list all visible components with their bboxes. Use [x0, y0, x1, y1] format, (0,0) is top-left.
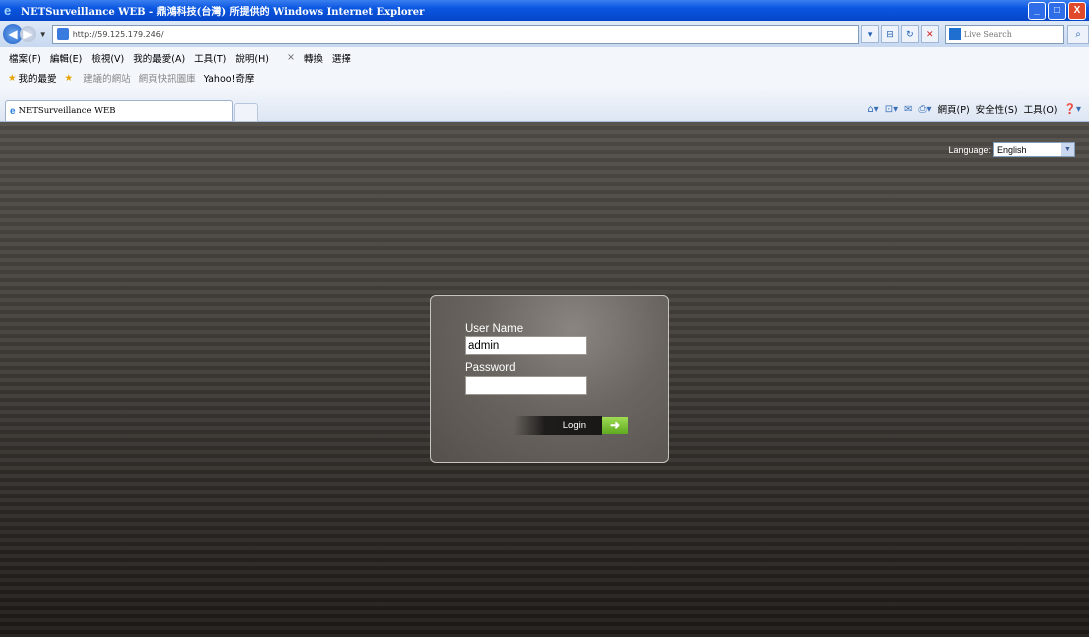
page-content: Language: English ▼ User Name Password L… — [0, 122, 1089, 637]
compat-view-icon[interactable]: ⊟ — [881, 25, 899, 43]
tools-menu[interactable]: 工具(O) — [1024, 102, 1058, 116]
add-favorite-button[interactable]: ★ — [65, 73, 76, 84]
page-icon — [56, 28, 69, 40]
chevron-down-icon[interactable]: ▼ — [1061, 143, 1074, 156]
web-slice-gallery-link[interactable]: 網頁快訊圖庫 — [139, 71, 196, 85]
star-icon: ★ — [8, 72, 17, 84]
forward-button[interactable]: ▶ — [19, 26, 36, 42]
help-icon[interactable]: ❓▾ — [1064, 104, 1081, 115]
menu-convert[interactable]: 轉換 — [304, 51, 323, 65]
maximize-button[interactable]: □ — [1048, 2, 1066, 20]
menu-help[interactable]: 說明(H) — [235, 51, 269, 65]
language-select[interactable]: English ▼ — [993, 142, 1075, 157]
username-input[interactable] — [465, 336, 587, 355]
address-bar: ◀ ▶ ▼ http://59.125.179.246/ ▾ ⊟ ↻ ✕ ⌕ — [0, 21, 1089, 47]
feeds-icon[interactable]: ⊡▾ — [885, 104, 898, 115]
password-input[interactable] — [465, 376, 587, 395]
menu-close-icon[interactable]: × — [287, 52, 295, 63]
language-value: English — [997, 144, 1027, 155]
menu-file[interactable]: 檔案(F) — [9, 51, 41, 65]
tab-netsurveillance[interactable]: e NETSurveillance WEB — [5, 100, 233, 121]
search-input[interactable] — [963, 29, 1059, 39]
language-label: Language: — [948, 144, 991, 155]
arrow-right-icon[interactable]: ➜ — [602, 417, 628, 434]
login-panel: User Name Password Login ➜ — [430, 295, 669, 463]
suggested-sites-link[interactable]: 建議的網站 — [83, 71, 131, 85]
page-menu[interactable]: 網頁(P) — [938, 102, 970, 116]
menu-view[interactable]: 檢視(V) — [91, 51, 124, 65]
print-icon[interactable]: ⎙▾ — [918, 104, 931, 115]
window-title-bar: e NETSurveillance WEB - 鼎鴻科技(台灣) 所提供的 Wi… — [0, 0, 1089, 21]
url-text[interactable]: http://59.125.179.246/ — [73, 30, 164, 39]
search-field[interactable] — [944, 24, 1065, 44]
tab-title: NETSurveillance WEB — [18, 106, 116, 116]
menu-tools[interactable]: 工具(T) — [194, 51, 226, 65]
mail-icon[interactable]: ✉ — [904, 104, 912, 115]
live-search-logo-icon — [948, 28, 961, 40]
home-icon[interactable]: ⌂▾ — [867, 104, 878, 115]
url-dropdown-button[interactable]: ▾ — [861, 25, 880, 43]
favorites-button[interactable]: ★ 我的最愛 — [8, 71, 57, 86]
command-bar: ⌂▾ ⊡▾ ✉ ⎙▾ 網頁(P) 安全性(S) 工具(O) ❓▾ — [867, 102, 1081, 117]
url-field[interactable]: http://59.125.179.246/ — [51, 24, 860, 44]
new-tab-button[interactable] — [234, 103, 258, 122]
close-button[interactable]: X — [1068, 2, 1086, 20]
menu-select[interactable]: 選擇 — [332, 51, 351, 65]
menu-favorites[interactable]: 我的最愛(A) — [133, 51, 185, 65]
tab-ie-icon: e — [10, 105, 16, 117]
refresh-button[interactable]: ↻ — [900, 25, 919, 43]
username-label: User Name — [465, 323, 524, 335]
menu-edit[interactable]: 編輯(E) — [50, 51, 82, 65]
add-favorite-icon: ★ — [64, 72, 74, 84]
safety-menu[interactable]: 安全性(S) — [976, 102, 1018, 116]
menu-bar: 檔案(F) 編輯(E) 檢視(V) 我的最愛(A) 工具(T) 說明(H) × … — [0, 47, 1089, 69]
window-controls: _ □ X — [1028, 2, 1086, 20]
language-selector: Language: English ▼ — [948, 142, 1075, 157]
window-title: NETSurveillance WEB - 鼎鴻科技(台灣) 所提供的 Wind… — [21, 7, 425, 18]
tab-bar: e NETSurveillance WEB ⌂▾ ⊡▾ ✉ ⎙▾ 網頁(P) 安… — [0, 88, 1089, 122]
minimize-button[interactable]: _ — [1028, 2, 1046, 20]
history-dropdown-icon[interactable]: ▼ — [39, 30, 47, 39]
yahoo-link[interactable]: Yahoo!奇摩 — [204, 71, 255, 85]
login-button-label: Login — [514, 416, 602, 435]
password-label: Password — [465, 362, 516, 374]
favorites-label: 我的最愛 — [18, 74, 57, 85]
search-button[interactable]: ⌕ — [1067, 24, 1089, 44]
login-button[interactable]: Login ➜ — [514, 416, 640, 435]
stop-button[interactable]: ✕ — [920, 25, 939, 43]
ie-logo-icon: e — [4, 3, 12, 18]
favorites-bar: ★ 我的最愛 ★ 建議的網站 網頁快訊圖庫 Yahoo!奇摩 — [0, 68, 1089, 88]
